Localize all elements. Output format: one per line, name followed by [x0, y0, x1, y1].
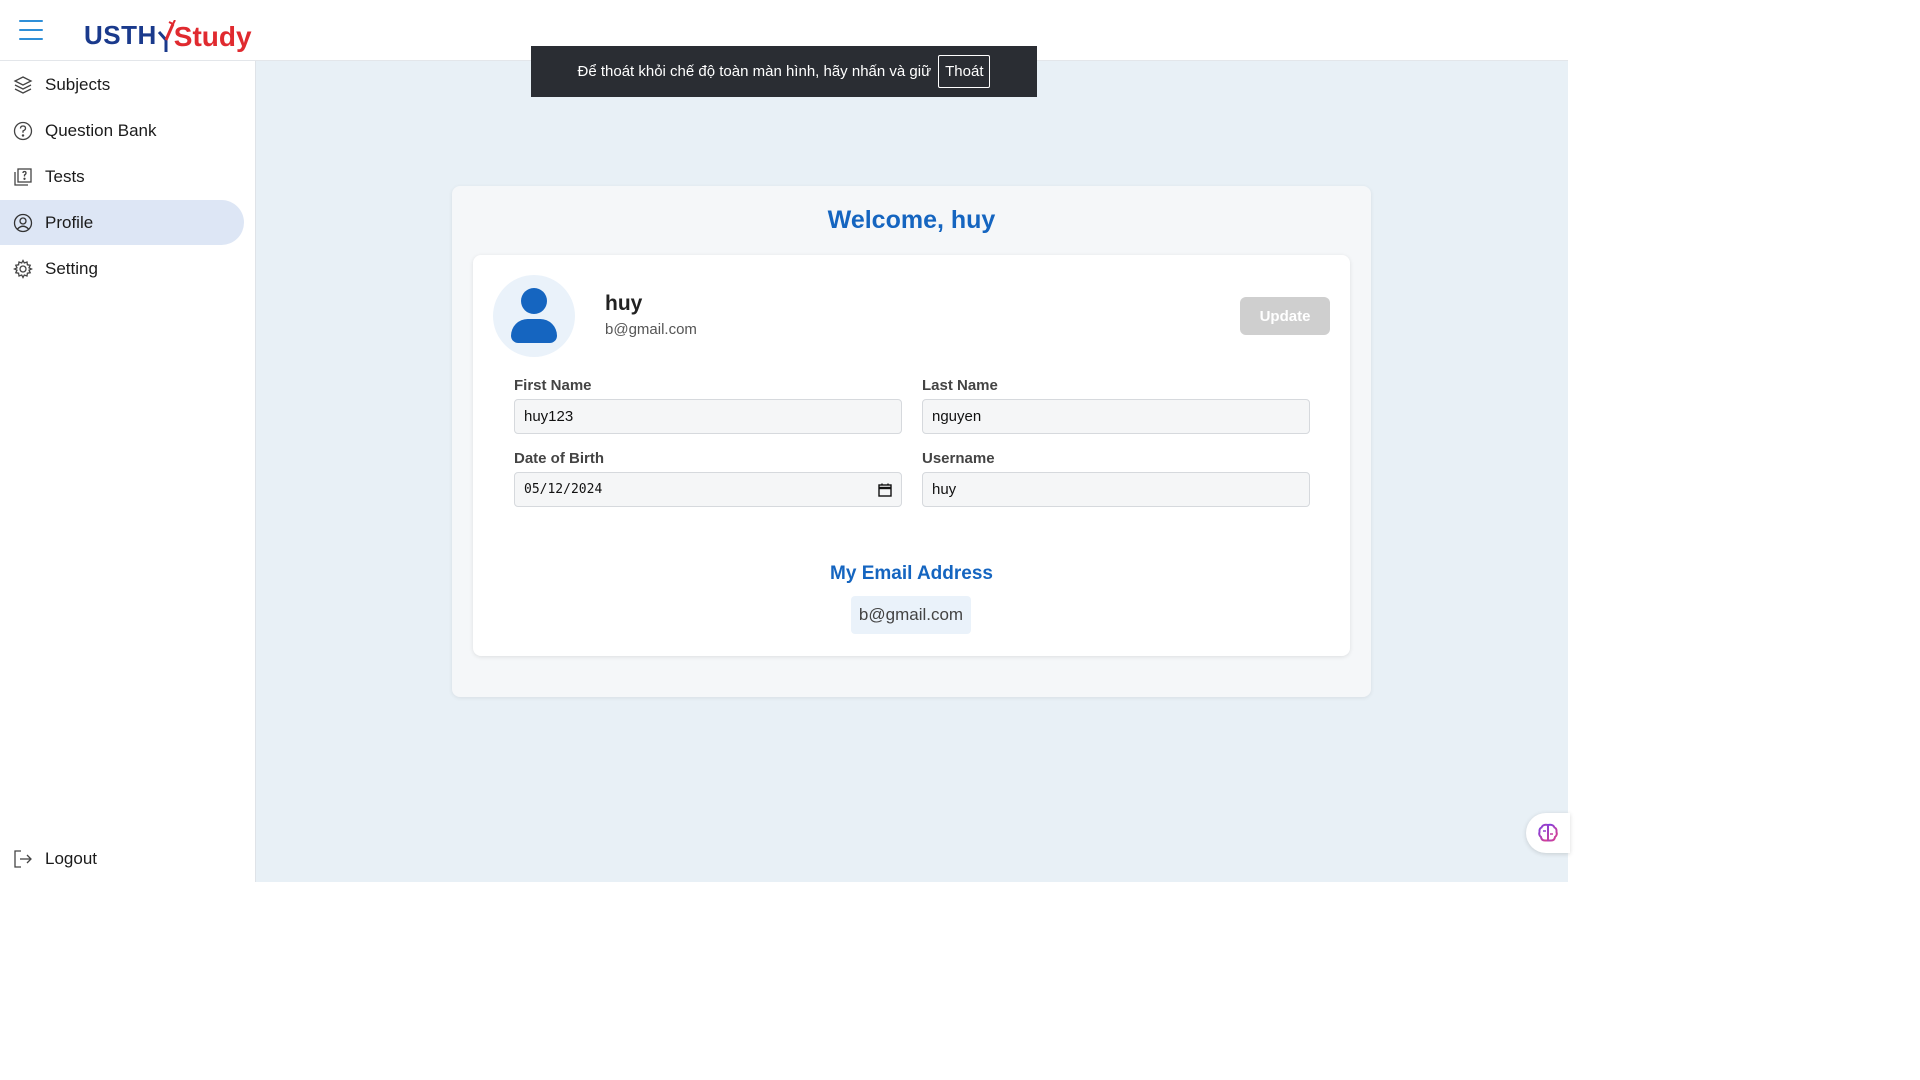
- calendar-icon[interactable]: [878, 483, 892, 497]
- gear-icon: [13, 258, 33, 279]
- first-name-value: huy123: [524, 408, 574, 425]
- email-address-badge: b@gmail.com: [851, 596, 971, 634]
- dob-label: Date of Birth: [514, 450, 604, 467]
- hamburger-icon[interactable]: [19, 20, 43, 40]
- sidebar-item-label: Setting: [45, 258, 98, 278]
- logo-study-text: Study: [173, 21, 252, 52]
- username-field[interactable]: huy: [922, 472, 1310, 507]
- profile-email: b@gmail.com: [605, 321, 697, 338]
- sidebar-item-tests[interactable]: Tests: [0, 154, 244, 199]
- sidebar-item-label: Profile: [45, 212, 94, 232]
- fullscreen-toast: Để thoát khỏi chế độ toàn màn hình, hãy …: [531, 46, 1037, 97]
- logout-icon: [13, 849, 33, 869]
- logo-mark-icon: [157, 19, 177, 54]
- sidebar-item-profile[interactable]: Profile: [0, 200, 244, 245]
- avatar: [493, 275, 575, 357]
- username-label: Username: [922, 450, 995, 467]
- last-name-label: Last Name: [922, 377, 998, 394]
- dob-value: 05/12/2024: [524, 482, 603, 497]
- exit-fullscreen-button[interactable]: Thoát: [938, 55, 991, 88]
- brain-icon[interactable]: [1526, 813, 1570, 853]
- last-name-value: nguyen: [932, 408, 982, 425]
- question-circle-icon: [13, 121, 33, 141]
- logout-button[interactable]: Logout: [0, 836, 244, 881]
- sidebar-item-question-bank[interactable]: Question Bank: [0, 108, 244, 153]
- email-heading: My Email Address: [830, 563, 993, 584]
- logo-usth-text: USTH: [84, 20, 157, 50]
- first-name-label: First Name: [514, 377, 592, 394]
- welcome-heading: Welcome, huy: [827, 206, 996, 234]
- first-name-field[interactable]: huy123: [514, 399, 902, 434]
- app-logo[interactable]: USTH Study: [84, 8, 252, 54]
- main-content: Welcome, huy huy b@gmail.com Update Firs…: [256, 61, 1568, 882]
- sidebar-item-setting[interactable]: Setting: [0, 246, 244, 291]
- sidebar-item-label: Subjects: [45, 74, 111, 94]
- profile-card: Welcome, huy huy b@gmail.com Update Firs…: [452, 186, 1371, 697]
- quiz-icon: [13, 167, 33, 187]
- logout-label: Logout: [45, 848, 97, 868]
- sidebar: Subjects Question Bank Tests Profile Set…: [0, 61, 256, 882]
- sidebar-item-label: Tests: [45, 166, 85, 186]
- sidebar-item-label: Question Bank: [45, 120, 157, 140]
- profile-name: huy: [605, 292, 643, 315]
- layers-icon: [13, 75, 33, 95]
- last-name-field[interactable]: nguyen: [922, 399, 1310, 434]
- dob-field[interactable]: 05/12/2024: [514, 472, 902, 507]
- toast-message: Để thoát khỏi chế độ toàn màn hình, hãy …: [577, 63, 932, 80]
- user-circle-icon: [13, 213, 33, 233]
- sidebar-item-subjects[interactable]: Subjects: [0, 62, 244, 107]
- profile-details-panel: huy b@gmail.com Update First Name huy123…: [473, 255, 1350, 656]
- update-button[interactable]: Update: [1240, 297, 1330, 335]
- username-value: huy: [932, 481, 957, 498]
